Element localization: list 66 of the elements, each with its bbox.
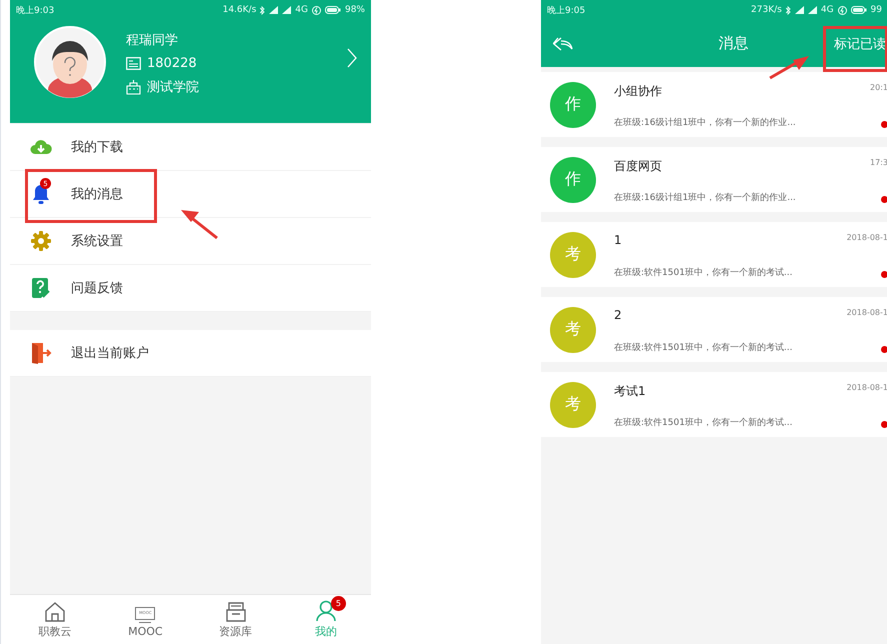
bluetooth-icon xyxy=(260,6,266,14)
status-time: 晚上9:05 xyxy=(547,4,586,16)
message-item[interactable]: 作 百度网页 在班级:16级计组1班中，你有一个新的作业... 17:3 xyxy=(541,147,887,212)
message-preview: 在班级:软件1501班中，你有一个新的考试... xyxy=(614,416,794,429)
menu-item[interactable]: 退出当前账户 xyxy=(10,330,371,377)
id-card-icon xyxy=(126,57,141,70)
category-avatar: 作 xyxy=(550,156,596,202)
screen-title: 消息 xyxy=(718,34,750,53)
tab-item[interactable]: 职教云 xyxy=(10,595,100,644)
menu-item[interactable]: 问题反馈 xyxy=(10,265,371,312)
tab-item[interactable]: 5 我的 xyxy=(280,595,371,644)
message-item[interactable]: 考 2 在班级:软件1501班中，你有一个新的考试... 2018-08-1 xyxy=(541,297,887,362)
door-exit-icon xyxy=(30,342,52,364)
message-time: 20:1 xyxy=(870,83,887,92)
badge-count: 5 xyxy=(330,596,346,611)
avatar-drawing xyxy=(34,26,106,98)
back-icon[interactable] xyxy=(553,36,573,50)
message-item[interactable]: 考 考试1 在班级:软件1501班中，你有一个新的考试... 2018-08-1 xyxy=(541,372,887,437)
gear-icon xyxy=(31,231,51,251)
highlight-frame xyxy=(823,26,887,72)
user-id: 180228 xyxy=(147,56,197,71)
category-avatar: 考 xyxy=(550,306,596,352)
battery-level: 98% xyxy=(344,5,365,15)
message-preview: 在班级:16级计组1班中，你有一个新的作业... xyxy=(614,192,797,204)
user-name: 程瑞同学 xyxy=(126,32,179,49)
house-icon xyxy=(44,602,66,622)
charging-icon xyxy=(312,6,321,14)
annotation-arrow xyxy=(181,210,218,240)
message-time: 2018-08-1 xyxy=(846,308,887,317)
annotation-arrow xyxy=(769,56,809,80)
category-avatar: 考 xyxy=(550,232,596,278)
message-time: 2018-08-1 xyxy=(846,233,887,242)
message-preview: 在班级:软件1501班中，你有一个新的考试... xyxy=(614,266,794,279)
message-preview: 在班级:16级计组1班中，你有一个新的作业... xyxy=(614,116,797,129)
menu-item[interactable]: 我的下载 xyxy=(10,124,371,171)
network-speed: 14.6K/s xyxy=(222,5,256,15)
tab-item[interactable]: 资源库 xyxy=(190,595,281,644)
charging-icon xyxy=(838,6,847,14)
chevron-right-icon[interactable] xyxy=(347,48,357,68)
archive-tray-icon xyxy=(226,602,246,622)
message-time: 2018-08-1 xyxy=(846,383,887,392)
category-avatar: 考 xyxy=(550,382,596,428)
message-title: 1 xyxy=(614,233,623,247)
person-icon xyxy=(314,600,337,622)
message-time: 17:3 xyxy=(870,158,887,167)
bluetooth-icon xyxy=(786,6,791,14)
message-item[interactable]: 作 小组协作 在班级:16级计组1班中，你有一个新的作业... 20:1 xyxy=(541,72,887,137)
message-title: 小组协作 xyxy=(614,83,663,100)
message-title: 考试1 xyxy=(614,383,647,400)
cloud-download-icon xyxy=(30,139,52,155)
battery-icon xyxy=(850,6,867,14)
network-type: 4G xyxy=(820,5,834,15)
network-speed: 273K/s xyxy=(751,5,782,15)
message-preview: 在班级:软件1501班中，你有一个新的考试... xyxy=(614,342,794,354)
status-time: 晚上9:03 xyxy=(16,4,54,16)
feedback-icon xyxy=(32,277,50,299)
message-title: 百度网页 xyxy=(614,158,663,175)
school-name: 测试学院 xyxy=(147,79,199,96)
battery-level: 99 xyxy=(870,5,882,15)
building-icon xyxy=(126,80,141,94)
category-avatar: 作 xyxy=(550,82,596,128)
network-type: 4G xyxy=(295,5,308,15)
menu-item[interactable]: 系统设置 xyxy=(10,218,371,265)
battery-icon xyxy=(324,6,341,14)
message-item[interactable]: 考 1 在班级:软件1501班中，你有一个新的考试... 2018-08-1 xyxy=(541,222,887,287)
message-title: 2 xyxy=(614,308,623,322)
